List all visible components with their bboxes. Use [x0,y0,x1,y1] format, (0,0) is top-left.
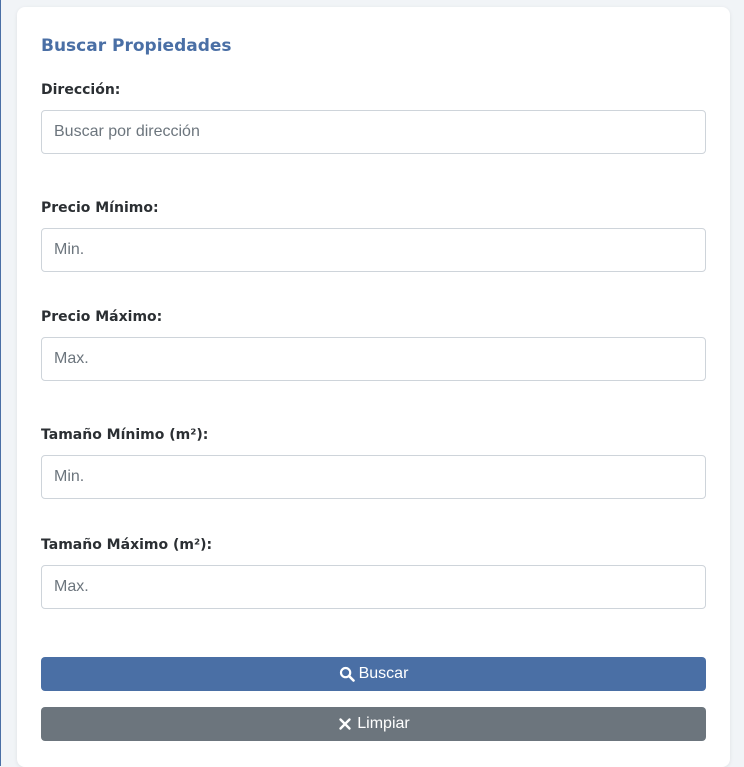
min-size-label: Tamaño Mínimo (m²): [41,427,209,443]
min-size-input[interactable] [41,455,706,499]
max-size-label: Tamaño Máximo (m²): [41,537,213,553]
max-price-label: Precio Máximo: [41,309,163,325]
close-icon [337,716,353,732]
left-edge-border [0,0,1,766]
clear-button-label: Limpiar [357,715,410,732]
search-icon [339,666,355,682]
search-title: Buscar Propiedades [41,36,232,56]
max-price-input[interactable] [41,337,706,381]
address-label: Dirección: [41,82,121,98]
address-input[interactable] [41,110,706,154]
search-button[interactable]: Buscar [41,657,706,691]
min-price-input[interactable] [41,228,706,272]
max-size-input[interactable] [41,565,706,609]
min-price-label: Precio Mínimo: [41,200,159,216]
search-card: Buscar Propiedades Dirección: Precio Mín… [17,7,730,767]
clear-button[interactable]: Limpiar [41,707,706,741]
search-button-label: Buscar [358,665,409,682]
